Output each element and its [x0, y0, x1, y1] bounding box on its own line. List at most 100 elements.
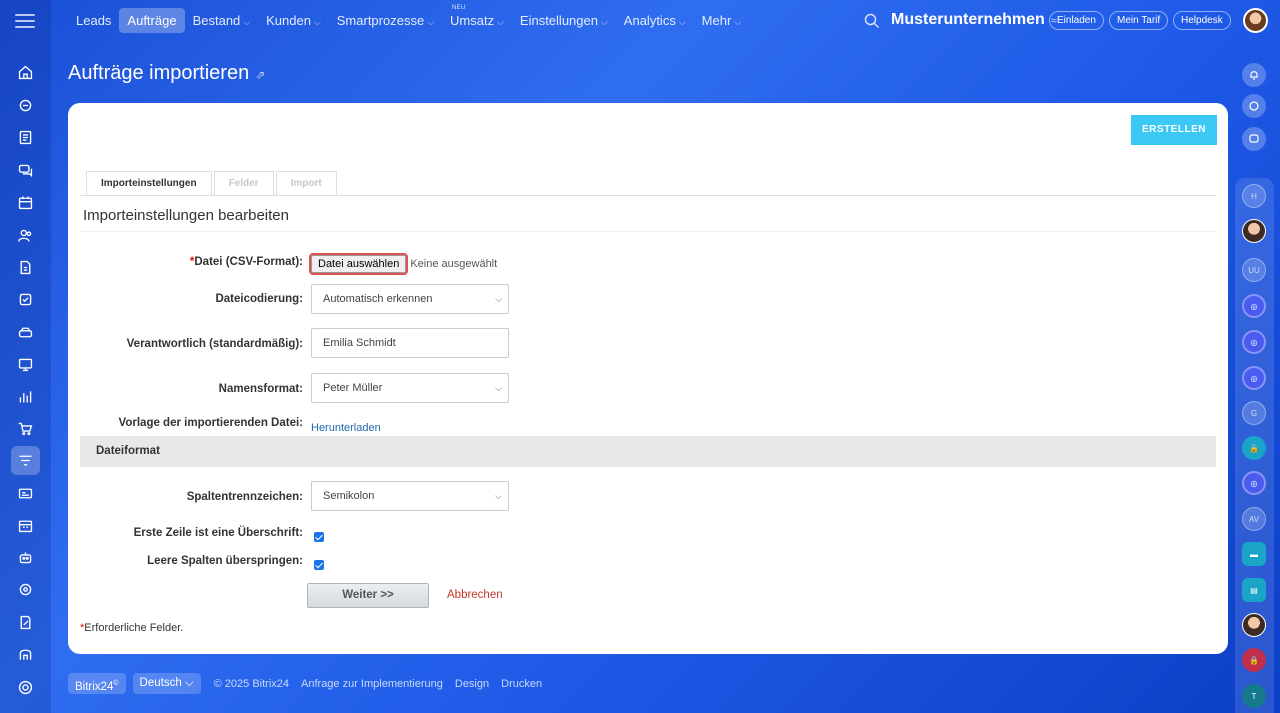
- tab-import[interactable]: Import: [275, 171, 337, 196]
- crm-funnel-icon[interactable]: [11, 446, 40, 475]
- template-control: Herunterladen: [311, 418, 381, 436]
- chat-avatar[interactable]: G: [1242, 401, 1266, 425]
- contact-center-icon[interactable]: [11, 479, 40, 508]
- cart-icon[interactable]: [11, 414, 40, 443]
- download-template-link[interactable]: Herunterladen: [311, 422, 381, 434]
- nav-item-kunden[interactable]: Kunden ⌵: [258, 8, 329, 33]
- chat-avatar[interactable]: H: [1242, 184, 1266, 208]
- chat-bubble-icon[interactable]: ▬: [1242, 542, 1266, 566]
- checklist-icon[interactable]: [11, 285, 40, 314]
- nav-item-analytics[interactable]: Analytics ⌵: [616, 8, 694, 33]
- drive-icon[interactable]: [11, 318, 40, 347]
- sign-icon[interactable]: [11, 608, 40, 637]
- my-plan-button[interactable]: Mein Tarif: [1109, 11, 1169, 30]
- nav-item-umsatz[interactable]: NEU Umsatz ⌵: [442, 5, 512, 33]
- nav-item-bestand[interactable]: Bestand ⌵: [185, 8, 259, 33]
- chat-avatar[interactable]: UU: [1242, 258, 1266, 282]
- contact-card-icon[interactable]: ▤: [1242, 578, 1266, 602]
- skip-empty-checkbox[interactable]: [314, 560, 324, 570]
- encoding-select[interactable]: Automatisch erkennen ⌵: [311, 284, 509, 314]
- goals-icon[interactable]: [11, 575, 40, 604]
- settings-gear-icon[interactable]: [11, 673, 40, 702]
- documents-icon[interactable]: [11, 253, 40, 282]
- nav-item-leads[interactable]: Leads: [68, 8, 119, 33]
- notifications-icon[interactable]: [1242, 63, 1266, 87]
- header-row-checkbox[interactable]: [314, 532, 324, 542]
- analytics-icon[interactable]: [11, 382, 40, 411]
- openlines-icon[interactable]: ◎: [1242, 471, 1266, 495]
- chevron-down-icon: ⌵: [600, 17, 608, 27]
- nav-item-auftraege[interactable]: Aufträge: [119, 8, 185, 33]
- openlines-icon[interactable]: ◎: [1242, 366, 1266, 390]
- search-chat-icon[interactable]: [1242, 127, 1266, 151]
- contacts-icon[interactable]: [11, 221, 40, 250]
- design-link[interactable]: Design: [455, 678, 489, 690]
- nav-item-einstellungen[interactable]: Einstellungen ⌵: [512, 8, 616, 33]
- bitrix24-badge[interactable]: Bitrix24©: [68, 673, 126, 694]
- chat-avatar[interactable]: AV: [1242, 507, 1266, 531]
- encoding-control: Automatisch erkennen ⌵: [311, 284, 509, 314]
- chevron-down-icon: ⌵: [495, 294, 502, 304]
- print-link[interactable]: Drucken: [501, 678, 542, 690]
- language-selector[interactable]: Deutsch ⌵: [132, 673, 201, 694]
- chevron-down-icon: ⌵: [734, 17, 742, 27]
- chat-avatar-person[interactable]: [1242, 219, 1266, 243]
- separator-control: Semikolon ⌵: [311, 481, 509, 511]
- chevron-down-icon: ⌵: [495, 383, 502, 393]
- market-icon[interactable]: [11, 640, 40, 669]
- chat-avatar-person[interactable]: [1242, 613, 1266, 637]
- helpdesk-button[interactable]: Helpdesk: [1173, 11, 1231, 30]
- responsible-input[interactable]: Emilia Schmidt: [311, 328, 509, 358]
- section-divider: [80, 231, 1216, 232]
- tab-felder[interactable]: Felder: [213, 171, 274, 196]
- tabs-divider: [80, 195, 1216, 196]
- lock-icon[interactable]: 🔒: [1242, 648, 1266, 672]
- choose-file-button[interactable]: Datei auswählen: [308, 253, 409, 275]
- bot-icon[interactable]: [11, 543, 40, 572]
- nav-item-mehr[interactable]: Mehr ⌵: [694, 8, 749, 33]
- copilot-icon[interactable]: [1242, 94, 1266, 118]
- encoding-label: Dateicodierung:: [215, 293, 303, 305]
- next-button[interactable]: Weiter >>: [307, 583, 429, 608]
- home-icon[interactable]: [11, 58, 40, 87]
- file-label: *Datei (CSV-Format):: [189, 256, 303, 268]
- cancel-link[interactable]: Abbrechen: [447, 589, 503, 601]
- header-row-control: [314, 529, 324, 547]
- header-row-label: Erste Zeile ist eine Überschrift:: [133, 527, 303, 539]
- nav-item-smartprozesse[interactable]: Smartprozesse ⌵: [329, 8, 442, 33]
- name-format-select[interactable]: Peter Müller ⌵: [311, 373, 509, 403]
- section-title: Importeinstellungen bearbeiten: [83, 207, 289, 224]
- presentation-icon[interactable]: [11, 350, 40, 379]
- name-format-label: Namensformat:: [218, 383, 303, 395]
- skip-empty-control: [314, 557, 324, 575]
- pin-icon[interactable]: ⇗: [255, 68, 265, 82]
- left-sidebar: [0, 0, 51, 713]
- openlines-icon[interactable]: ◎: [1242, 330, 1266, 354]
- file-format-section: Dateiformat: [80, 436, 1216, 467]
- schedule-icon[interactable]: [11, 511, 40, 540]
- tasks-icon[interactable]: [11, 123, 40, 152]
- feed-icon[interactable]: [11, 91, 40, 120]
- lock-icon[interactable]: 🔒: [1242, 436, 1266, 460]
- copyright: © 2025 Bitrix24: [213, 677, 290, 690]
- search-icon[interactable]: [864, 13, 880, 29]
- chevron-down-icon: ⌵: [495, 491, 502, 501]
- top-nav: Leads Aufträge Bestand ⌵ Kunden ⌵ Smartpro…: [68, 5, 749, 33]
- calendar-icon[interactable]: [11, 188, 40, 217]
- chat-avatar[interactable]: T: [1242, 684, 1266, 708]
- company-name[interactable]: Musterunternehmen ≈: [891, 11, 1057, 29]
- invite-button[interactable]: Einladen: [1049, 11, 1104, 30]
- skip-empty-label: Leere Spalten überspringen:: [147, 555, 303, 567]
- top-bar: Leads Aufträge Bestand ⌵ Kunden ⌵ Smartpro…: [51, 0, 1280, 43]
- separator-label: Spaltentrennzeichen:: [186, 491, 303, 503]
- create-button[interactable]: ERSTELLEN: [1131, 115, 1217, 145]
- implementation-link[interactable]: Anfrage zur Implementierung: [301, 678, 443, 690]
- separator-select[interactable]: Semikolon ⌵: [311, 481, 509, 511]
- tab-importeinstellungen[interactable]: Importeinstellungen: [86, 171, 212, 196]
- right-sidebar: H UU ◎ ◎ ◎ G 🔒 ◎ AV ▬ ▤ 🔒 T: [1228, 0, 1280, 713]
- menu-icon[interactable]: [15, 12, 35, 30]
- new-badge: NEU: [452, 5, 466, 11]
- openlines-icon[interactable]: ◎: [1242, 294, 1266, 318]
- chevron-down-icon: ⌵: [184, 677, 194, 689]
- chat-icon[interactable]: [11, 156, 40, 185]
